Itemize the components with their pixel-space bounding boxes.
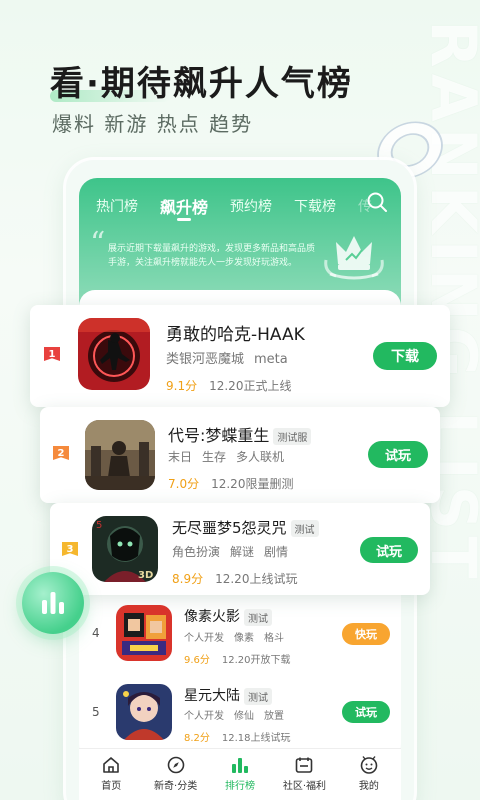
score: 9.6分 [184,655,210,666]
app-tags-4: 个人开发 像素 格斗 [184,629,294,644]
tab-reserve[interactable]: 预约榜 [230,196,272,216]
app-icon-pixel-naruto[interactable] [116,605,172,661]
app-name-text[interactable]: 代号:梦蝶重生 [168,426,269,445]
quote-icon: “ [90,226,106,261]
bar-chart-icon [42,592,64,614]
app-name-2[interactable]: 代号:梦蝶重生 测试服 [168,422,312,446]
tag: 生存 [202,450,227,464]
test-badge: 测试 [244,608,272,626]
ranking-tabs: 热门榜 飙升榜 预约榜 下载榜 传 [96,193,396,221]
tag: 格斗 [264,633,284,644]
nav-label: 首页 [101,781,122,792]
download-button-1[interactable]: 下载 [373,342,437,370]
tab-hot[interactable]: 热门榜 [96,196,138,216]
floating-ranking-button[interactable] [22,572,84,634]
nav-ranking[interactable]: 排行榜 [208,749,272,800]
tag: 类银河恶魔城 [166,352,245,367]
svg-text:5: 5 [96,520,102,531]
app-tags-3: 角色扮演 解谜 剧情 [172,543,298,560]
release-status: 12.20上线试玩 [215,572,298,586]
app-icon-haak[interactable] [78,318,150,390]
nav-profile[interactable]: 我的 [337,749,401,800]
compass-icon [167,756,184,774]
tag: meta [254,352,288,367]
app-icon-star-continent[interactable] [116,684,172,740]
nav-label: 社区·福利 [282,781,327,792]
rank-number-5: 5 [92,705,100,719]
tag: 像素 [234,633,254,644]
profile-icon [360,756,378,774]
app-meta-5: 8.2分 12.18上线试玩 [184,729,291,744]
tab-rising[interactable]: 飙升榜 [160,194,208,221]
app-meta-2: 7.0分 12.20限量删测 [168,475,293,492]
tag: 剧情 [264,545,289,559]
quick-play-button-4[interactable]: 快玩 [342,623,390,645]
tag: 角色扮演 [172,545,221,559]
nav-community[interactable]: 社区·福利 [272,749,336,800]
app-name-text[interactable]: 星元大陆 [184,688,240,704]
score: 8.2分 [184,733,210,744]
nav-label: 排行榜 [225,781,256,792]
app-tags-5: 个人开发 修仙 放置 [184,707,294,722]
test-badge: 测试 [290,520,319,537]
app-tags-2: 末日 生存 多人联机 [168,448,294,465]
app-icon-dream-butterfly[interactable] [85,420,155,490]
score: 7.0分 [168,477,200,491]
search-icon[interactable] [366,191,388,213]
app-icon-endless-nightmare[interactable]: 5 3D [92,516,158,582]
test-badge: 测试 [244,687,272,705]
nav-label: 新奇·分类 [154,781,198,792]
tag: 修仙 [234,711,254,722]
ranking-description: 展示近期下载量飙升的游戏，发现更多新品和高品质手游，关注飙升榜就能先人一步发现好… [108,244,316,268]
release-status: 12.20限量删测 [211,477,294,491]
nav-home[interactable]: 首页 [79,749,143,800]
app-name-text[interactable]: 像素火影 [184,609,240,625]
trial-button-3[interactable]: 试玩 [360,537,418,563]
app-name-5[interactable]: 星元大陆 测试 [184,685,272,705]
tag: 多人联机 [236,450,285,464]
test-server-badge: 测试服 [273,428,312,445]
svg-text:3D: 3D [138,570,153,581]
trial-button-2[interactable]: 试玩 [368,441,428,468]
hero-subtitle: 爆料 新游 热点 趋势 [52,112,254,136]
trial-button-5[interactable]: 试玩 [342,701,390,723]
app-tags-1: 类银河恶魔城 meta [166,348,298,367]
app-meta-1: 9.1分 12.20正式上线 [166,377,291,394]
release-status: 12.20正式上线 [209,379,292,393]
app-name-1[interactable]: 勇敢的哈克-HAAK [166,320,305,345]
crown-icon [324,236,384,280]
tag: 末日 [168,450,193,464]
hero-title: 看·期待飙升人气榜 [50,64,353,104]
score: 9.1分 [166,379,198,393]
app-meta-3: 8.9分 12.20上线试玩 [172,570,297,587]
tag: 放置 [264,711,284,722]
bottom-nav: 首页 新奇·分类 排行榜 社区·福利 我的 [79,748,401,800]
app-name-3[interactable]: 无尽噩梦5怨灵咒 测试 [172,517,319,538]
community-icon [296,757,313,773]
tab-download[interactable]: 下载榜 [294,196,336,216]
app-name-4[interactable]: 像素火影 测试 [184,606,272,626]
tag: 解谜 [230,545,255,559]
nav-label: 我的 [358,781,379,792]
rank-number-4: 4 [92,626,100,640]
app-name-text[interactable]: 无尽噩梦5怨灵咒 [172,519,287,537]
tag: 个人开发 [184,633,224,644]
home-icon [103,757,120,773]
release-status: 12.18上线试玩 [221,733,291,744]
app-meta-4: 9.6分 12.20开放下载 [184,651,291,666]
ranking-icon [232,758,249,773]
release-status: 12.20开放下载 [221,655,291,666]
tag: 个人开发 [184,711,224,722]
nav-discover[interactable]: 新奇·分类 [143,749,207,800]
score: 8.9分 [172,572,204,586]
